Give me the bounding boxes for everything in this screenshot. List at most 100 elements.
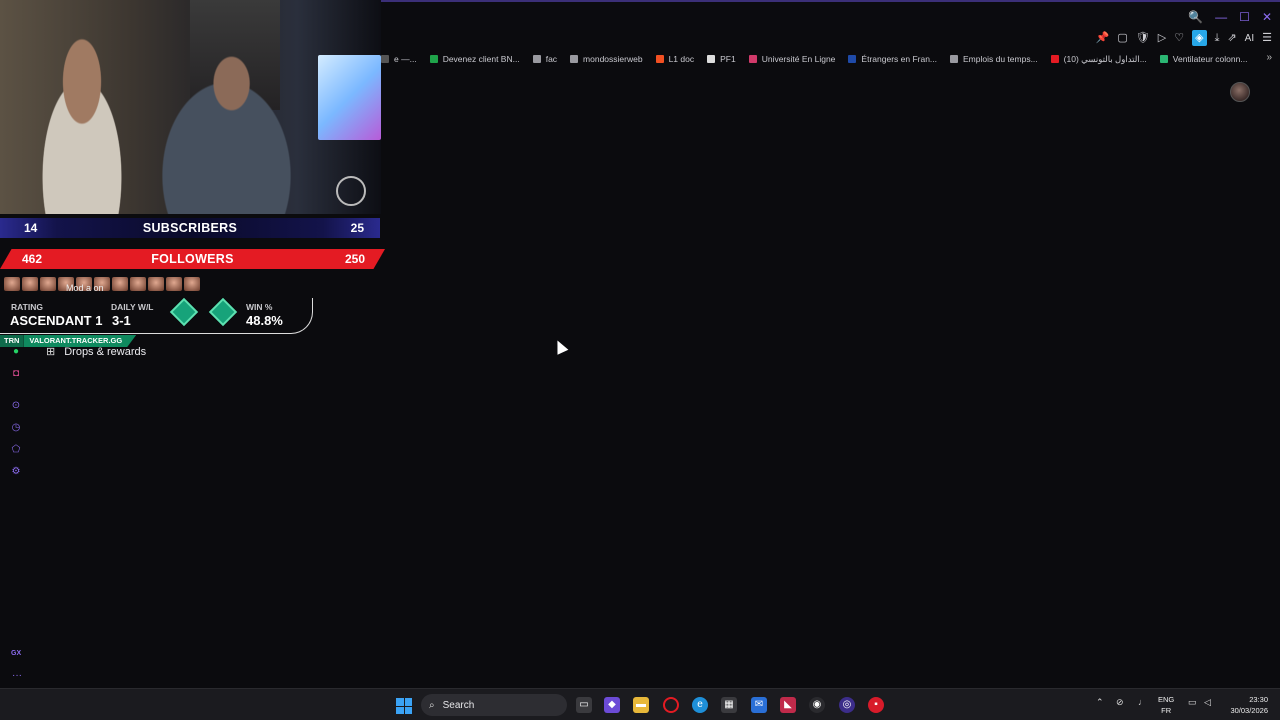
shield-icon[interactable]: 🛡 — [1136, 31, 1150, 45]
agent-icon — [130, 277, 146, 291]
rank-icon — [208, 297, 238, 327]
taskbar-search[interactable]: ⌕ Search — [421, 694, 567, 716]
trn-logo: TRN — [0, 335, 24, 347]
edge-icon[interactable]: e — [692, 697, 708, 713]
bookmark-favicon-icon — [532, 55, 541, 63]
steam-icon[interactable]: ◉ — [809, 697, 825, 713]
second-person — [150, 40, 320, 214]
subscribers-goal: 25 — [350, 221, 364, 235]
microphone-icon[interactable]: ♩ — [1138, 697, 1147, 707]
download-icon[interactable]: ⤓ — [1215, 31, 1220, 45]
agent-icon — [4, 277, 20, 291]
outlook-icon[interactable]: ✉ — [751, 697, 767, 713]
settings-icon[interactable]: ⚙ — [10, 466, 22, 478]
menu-icon[interactable]: ☰ — [1262, 31, 1272, 45]
history-icon[interactable]: ◷ — [10, 422, 22, 434]
more-icon[interactable]: ··· — [12, 670, 22, 681]
ring-light — [336, 176, 366, 206]
agent-icon — [148, 277, 164, 291]
time: 23:30 — [1249, 695, 1268, 704]
minimize-button[interactable]: — — [1215, 10, 1227, 24]
app-icon[interactable]: ◣ — [780, 697, 796, 713]
heart-icon[interactable]: ♡ — [1174, 31, 1184, 45]
play-icon[interactable]: ▷ — [1158, 31, 1166, 45]
bookmark[interactable]: Université En Ligne — [748, 54, 835, 64]
win-rate-value: 48.8% — [246, 313, 283, 328]
bookmark-favicon-icon — [1159, 55, 1168, 63]
task-view-icon[interactable]: ▭ — [576, 697, 592, 713]
win-rate-label: WIN % — [246, 302, 273, 312]
subscribers-label: SUBSCRIBERS — [142, 221, 238, 235]
bookmark[interactable]: fac — [532, 54, 557, 64]
extension-icon[interactable]: ◈ — [1192, 30, 1207, 46]
gx-icon[interactable]: GX — [11, 650, 21, 657]
opera-gx-icon[interactable] — [663, 697, 679, 713]
tray-overflow-icon[interactable]: ⌃ — [1096, 697, 1104, 708]
extensions-icon[interactable]: ⬠ — [10, 444, 22, 456]
tracker-site-label: VALORANT.TRACKER.GG — [23, 335, 137, 347]
daily-wl-value: 3-1 — [112, 313, 131, 328]
search-icon: ⌕ — [429, 699, 435, 711]
bookmark[interactable]: mondossierweb — [570, 54, 643, 64]
webcam-video — [0, 0, 381, 214]
drops-label: Drops & rewards — [64, 345, 147, 358]
player-icon[interactable]: ⊙ — [10, 400, 22, 412]
close-button[interactable]: ✕ — [1262, 10, 1272, 24]
agent-icon — [112, 277, 128, 291]
pin-icon[interactable]: 📌 — [1096, 31, 1110, 45]
followers-goal-bar: 462 FOLLOWERS 250 — [0, 249, 385, 269]
bookmarks-overflow-icon[interactable]: » — [1266, 52, 1272, 63]
followers-goal: 250 — [344, 252, 365, 266]
network-icon[interactable]: ⊘ — [1116, 697, 1124, 708]
volume-icon[interactable]: ◁ — [1204, 697, 1211, 708]
agent-icon — [184, 277, 200, 291]
store-icon[interactable]: ▦ — [721, 697, 737, 713]
clock[interactable]: 23:30 30/03/2026 — [1230, 694, 1268, 716]
rank-icon — [169, 297, 199, 327]
profile-avatar[interactable] — [1230, 82, 1250, 102]
bookmark[interactable]: Emplois du temps... — [950, 54, 1038, 64]
bookmark-favicon-icon — [381, 55, 389, 63]
rating-label: RATING — [11, 302, 43, 312]
app-icon[interactable]: ▪ — [868, 697, 884, 713]
bookmark-favicon-icon — [429, 55, 438, 63]
maximize-button[interactable]: ☐ — [1239, 10, 1250, 24]
bookmarks-bar: e —... Devenez client BN... fac mondossi… — [381, 52, 1280, 66]
instagram-icon[interactable]: ◘ — [10, 368, 22, 380]
streamer-person — [22, 30, 142, 214]
bookmark[interactable]: Ventilateur colonn... — [1159, 54, 1247, 64]
bookmark[interactable]: PF1 — [707, 54, 736, 64]
bookmark[interactable]: التداول بالتونسي (10)... — [1050, 54, 1147, 65]
bookmark[interactable]: Devenez client BN... — [429, 54, 520, 64]
search-icon[interactable]: 🔍 — [1188, 10, 1203, 24]
valorant-tracker-widget: RATING ASCENDANT 1 DAILY W/L 3-1 WIN % 4… — [0, 297, 313, 334]
share-icon[interactable]: ⇗ — [1227, 31, 1236, 45]
file-explorer-icon[interactable]: ▬ — [633, 697, 649, 713]
bookmark[interactable]: L1 doc — [655, 54, 694, 64]
mod-text: Mod a on — [66, 283, 104, 293]
app-icon[interactable]: ◎ — [839, 697, 855, 713]
tracker-brand-badge: TRN VALORANT.TRACKER.GG — [0, 335, 137, 347]
title-bar: 🔍 — ☐ ✕ — [381, 0, 1280, 30]
bookmark[interactable]: Étrangers en Fran... — [848, 54, 937, 64]
bookmark-favicon-icon — [848, 55, 857, 63]
windows-start-icon[interactable] — [396, 698, 412, 714]
subscribers-goal-bar: 14 SUBSCRIBERS 25 — [0, 218, 380, 238]
followers-label: FOLLOWERS — [151, 252, 234, 266]
language-indicator[interactable]: ENG FR — [1158, 694, 1174, 716]
bookmark-favicon-icon — [655, 55, 664, 63]
display-icon[interactable]: ▭ — [1188, 697, 1197, 708]
taskbar: ⌕ Search ▭ ◆ ▬ e ▦ ✉ ◣ ◉ ◎ ▪ ⌃ ⊘ ♩ ENG F… — [0, 688, 1280, 720]
browser-toolbar: 📌 ▢ 🛡 ▷ ♡ ◈ ⤓ ⇗ AI ☰ — [1096, 30, 1272, 46]
snapshot-icon[interactable]: ▢ — [1117, 31, 1127, 45]
ai-button[interactable]: AI — [1245, 33, 1254, 44]
daily-wl-label: DAILY W/L — [111, 302, 154, 312]
agent-icon — [166, 277, 182, 291]
agent-icon — [22, 277, 38, 291]
copilot-icon[interactable]: ◆ — [604, 697, 620, 713]
search-label: Search — [442, 699, 475, 711]
bookmark-favicon-icon — [748, 55, 757, 63]
bookmark[interactable]: e —... — [381, 54, 417, 64]
whatsapp-icon[interactable]: ● — [10, 346, 22, 358]
rating-value: ASCENDANT 1 — [10, 313, 103, 328]
